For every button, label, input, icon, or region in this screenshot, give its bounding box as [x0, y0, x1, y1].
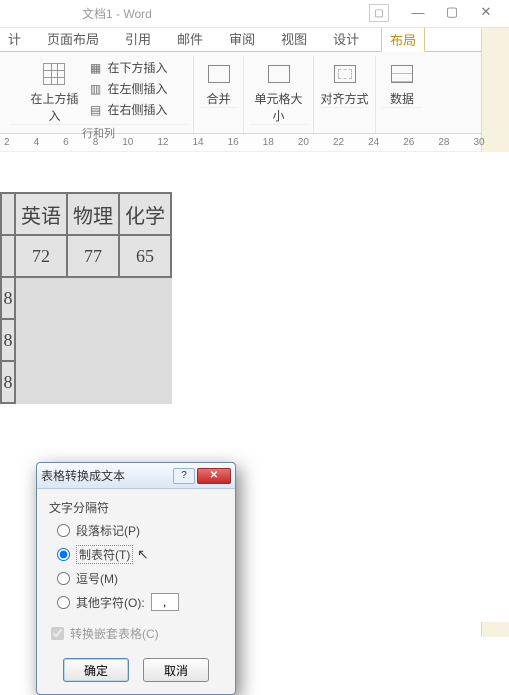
document-table[interactable]: 英语 物理 化学 72 77 65 8 8 8: [0, 192, 172, 404]
merge-icon: [205, 60, 233, 88]
tab-review[interactable]: 审阅: [225, 26, 259, 51]
close-button[interactable]: ✕: [469, 2, 503, 22]
insert-below-button[interactable]: ▦在下方插入: [85, 58, 169, 77]
table-icon: [40, 60, 68, 88]
other-char-input[interactable]: [151, 593, 179, 611]
cell-size-button[interactable]: 单元格大小: [252, 56, 306, 124]
data-button[interactable]: 数据: [375, 56, 429, 107]
insert-right-label: 在右侧插入: [107, 101, 167, 118]
table-header[interactable]: 化学: [119, 193, 171, 235]
table-header[interactable]: 英语: [15, 193, 67, 235]
maximize-button[interactable]: ▢: [435, 2, 469, 22]
table-cell[interactable]: 8: [1, 277, 15, 319]
dialog-close-button[interactable]: ✕: [197, 468, 231, 484]
tab-page-layout[interactable]: 页面布局: [43, 26, 103, 51]
radio-other-label: 其他字符(O):: [76, 594, 145, 611]
mouse-cursor-icon: ↖: [137, 546, 149, 563]
nested-tables-label: 转换嵌套表格(C): [70, 625, 159, 642]
col-left-icon: ▥: [87, 81, 103, 97]
dialog-titlebar[interactable]: 表格转换成文本 ? ✕: [37, 463, 235, 489]
dialog-actions: 确定 取消: [37, 652, 235, 694]
insert-above-button[interactable]: 在上方插入: [27, 56, 81, 124]
alignment-icon: [331, 60, 359, 88]
tab-view[interactable]: 视图: [277, 26, 311, 51]
table-cell[interactable]: [1, 235, 15, 277]
table-cell[interactable]: 8: [1, 319, 15, 361]
radio-tab-input[interactable]: [57, 548, 70, 561]
separator-group-title: 文字分隔符: [49, 499, 223, 516]
ok-button[interactable]: 确定: [63, 658, 129, 682]
tab-design[interactable]: 设计: [329, 26, 363, 51]
tab-layout[interactable]: 布局: [381, 27, 425, 52]
radio-tab-label: 制表符(T): [76, 545, 133, 564]
ribbon-tabs: 计 页面布局 引用 邮件 审阅 视图 设计 布局: [0, 28, 509, 52]
ribbon-group-rows-cols: 在上方插入 ▦在下方插入 ▥在左侧插入 ▤在右侧插入 行和列: [4, 56, 194, 133]
cancel-button[interactable]: 取消: [143, 658, 209, 682]
radio-paragraph-label: 段落标记(P): [76, 522, 140, 539]
row-below-icon: ▦: [87, 60, 103, 76]
alignment-label: 对齐方式: [320, 90, 368, 107]
tab-references[interactable]: 引用: [121, 26, 155, 51]
insert-above-label: 在上方插入: [27, 90, 81, 124]
merge-label: 合并: [206, 90, 230, 107]
ribbon-group-cell-size: 单元格大小: [244, 56, 314, 133]
document-canvas[interactable]: 英语 物理 化学 72 77 65 8 8 8 表格转换成文本 ? ✕ 文字分隔…: [0, 152, 509, 622]
radio-comma-label: 逗号(M): [76, 570, 118, 587]
radio-tab[interactable]: 制表符(T) ↖: [57, 545, 223, 564]
radio-paragraph-mark[interactable]: 段落标记(P): [57, 522, 223, 539]
window-title: 文档1 - Word: [82, 5, 152, 22]
data-label: 数据: [390, 90, 414, 107]
merge-button[interactable]: 合并: [192, 56, 246, 107]
minimize-button[interactable]: —: [401, 2, 435, 22]
radio-paragraph-input[interactable]: [57, 524, 70, 537]
cell-size-label: 单元格大小: [252, 90, 306, 124]
titlebar: 文档1 - Word ▢ — ▢ ✕: [0, 0, 509, 28]
table-cell[interactable]: 72: [15, 235, 67, 277]
table-cell[interactable]: 8: [1, 361, 15, 403]
ribbon-group-data: 数据: [376, 56, 428, 133]
table-header[interactable]: 物理: [67, 193, 119, 235]
insert-left-button[interactable]: ▥在左侧插入: [85, 79, 169, 98]
insert-right-button[interactable]: ▤在右侧插入: [85, 100, 169, 119]
radio-comma-input[interactable]: [57, 572, 70, 585]
dialog-body: 文字分隔符 段落标记(P) 制表符(T) ↖ 逗号(M) 其他字符(O):: [37, 489, 235, 652]
radio-other[interactable]: 其他字符(O):: [57, 593, 223, 611]
cell-size-icon: [265, 60, 293, 88]
nested-tables-checkbox: [51, 627, 64, 640]
window-controls: — ▢ ✕: [401, 2, 503, 22]
tab-mailings[interactable]: 邮件: [173, 26, 207, 51]
convert-table-to-text-dialog: 表格转换成文本 ? ✕ 文字分隔符 段落标记(P) 制表符(T) ↖ 逗号(M): [36, 462, 236, 695]
table-cell[interactable]: 77: [67, 235, 119, 277]
ribbon-display-options-icon[interactable]: ▢: [369, 4, 389, 22]
ribbon-group-merge: 合并: [194, 56, 244, 133]
ribbon-group-alignment: 对齐方式: [314, 56, 376, 133]
table-cell[interactable]: 65: [119, 235, 171, 277]
nested-tables-checkbox-row: 转换嵌套表格(C): [51, 625, 223, 642]
tab-partial[interactable]: 计: [4, 26, 25, 51]
alignment-button[interactable]: 对齐方式: [318, 56, 372, 107]
ribbon: 在上方插入 ▦在下方插入 ▥在左侧插入 ▤在右侧插入 行和列 合并 单元格大小 …: [0, 52, 509, 134]
table-cell[interactable]: [1, 193, 15, 235]
col-right-icon: ▤: [87, 102, 103, 118]
radio-comma[interactable]: 逗号(M): [57, 570, 223, 587]
dialog-title: 表格转换成文本: [41, 467, 125, 484]
data-icon: [388, 60, 416, 88]
insert-left-label: 在左侧插入: [107, 80, 167, 97]
dialog-help-button[interactable]: ?: [173, 468, 195, 484]
insert-below-label: 在下方插入: [107, 59, 167, 76]
radio-other-input[interactable]: [57, 596, 70, 609]
